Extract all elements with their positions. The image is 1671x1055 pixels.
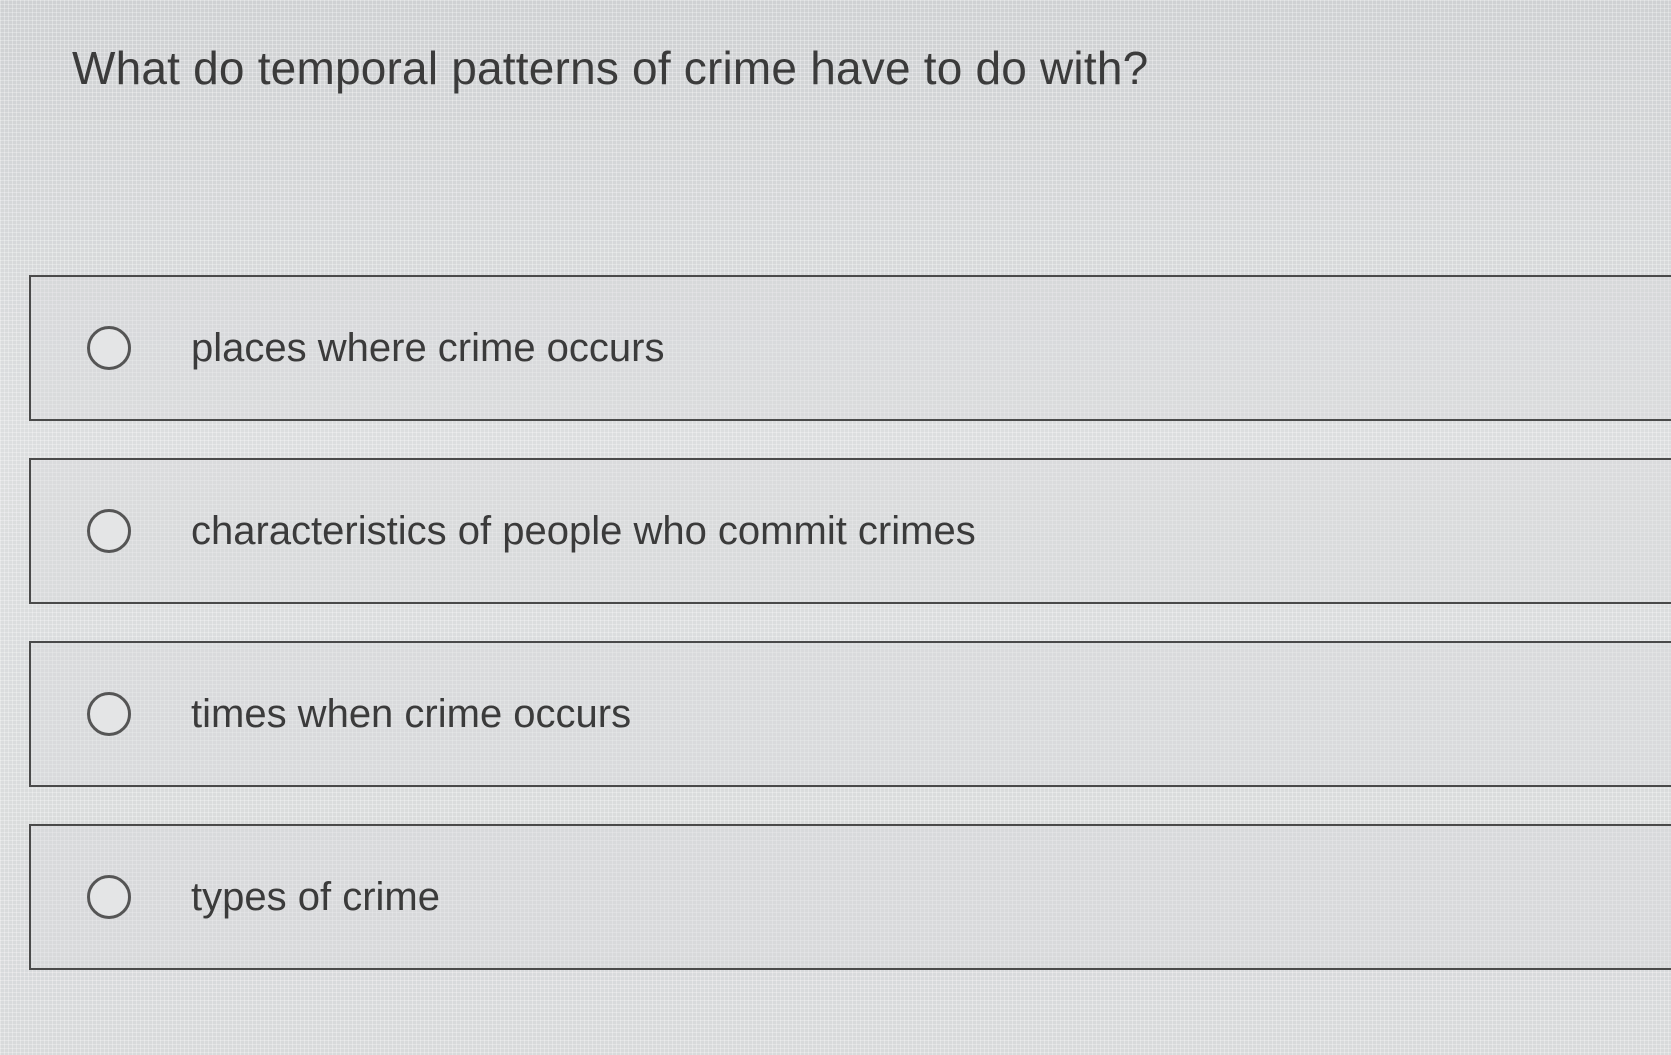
answer-option-1[interactable]: places where crime occurs [29, 275, 1671, 421]
option-label: times when crime occurs [191, 692, 632, 736]
answer-options: places where crime occurs characteristic… [29, 275, 1671, 970]
option-label: characteristics of people who commit cri… [191, 509, 976, 553]
radio-button[interactable] [87, 692, 131, 736]
question-text: What do temporal patterns of crime have … [72, 42, 1149, 94]
answer-option-4[interactable]: types of crime [29, 824, 1671, 970]
radio-button[interactable] [87, 326, 131, 370]
option-label: types of crime [191, 875, 440, 919]
radio-button[interactable] [87, 509, 131, 553]
answer-option-2[interactable]: characteristics of people who commit cri… [29, 458, 1671, 604]
option-label: places where crime occurs [191, 326, 665, 370]
answer-option-3[interactable]: times when crime occurs [29, 641, 1671, 787]
radio-button[interactable] [87, 875, 131, 919]
